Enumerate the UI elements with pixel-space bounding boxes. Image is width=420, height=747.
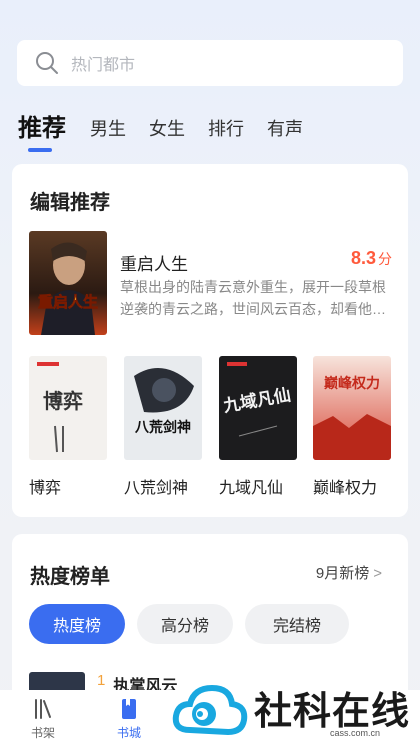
ranking-title: 热度榜单 <box>30 566 110 588</box>
ranking-number: 1 <box>97 672 106 689</box>
pill-high-score[interactable]: 高分榜 <box>137 604 233 644</box>
tab-audio[interactable]: 有声 <box>267 114 303 144</box>
search-icon <box>36 52 58 74</box>
book-cover: 九域凡仙 <box>219 356 297 460</box>
chevron-right-icon: > <box>373 565 382 582</box>
search-placeholder: 热门都市 <box>71 57 136 74</box>
tab-recommend[interactable]: 推荐 <box>18 114 66 152</box>
book-title: 九域凡仙 <box>219 480 284 497</box>
book-title: 八荒剑神 <box>124 480 189 497</box>
svg-text:博弈: 博弈 <box>43 389 83 413</box>
watermark-logo: 社科在线 cass.com.cn <box>172 676 420 747</box>
book-cover: 巅峰权力 <box>313 356 391 460</box>
cloud-logo-icon <box>172 684 248 736</box>
featured-cover-text: 重启人生 <box>38 293 98 311</box>
pill-hot[interactable]: 热度榜 <box>29 604 125 644</box>
featured-book-score: 8.3 分 <box>350 248 392 268</box>
featured-book-cover[interactable]: 重启人生 <box>29 231 107 335</box>
svg-text:巅峰权力: 巅峰权力 <box>324 375 380 392</box>
ranking-more-link[interactable]: 9月新榜 > <box>316 562 382 583</box>
book-title: 博弈 <box>29 480 62 497</box>
nav-bookshelf[interactable]: 书架 <box>0 690 86 747</box>
search-input[interactable]: 热门都市 <box>17 40 403 86</box>
pill-completed[interactable]: 完结榜 <box>245 604 349 644</box>
tab-male[interactable]: 男生 <box>90 114 126 144</box>
book-item[interactable]: 八荒剑神 八荒剑神 <box>124 356 202 498</box>
book-item[interactable]: 博弈 博弈 <box>29 356 107 498</box>
ranking-pills: 热度榜 高分榜 完结榜 <box>29 604 361 644</box>
tab-female[interactable]: 女生 <box>149 114 185 144</box>
book-cover: 八荒剑神 <box>124 356 202 460</box>
nav-bookstore[interactable]: 书城 <box>86 690 172 747</box>
category-tabs: 推荐 男生 女生 排行 有声 <box>18 104 326 152</box>
tab-ranking[interactable]: 排行 <box>208 114 244 144</box>
editor-pick-title: 编辑推荐 <box>30 192 110 214</box>
book-item[interactable]: 巅峰权力 巅峰权力 <box>313 356 391 498</box>
book-title: 巅峰权力 <box>313 480 378 497</box>
book-item[interactable]: 九域凡仙 九域凡仙 <box>219 356 297 498</box>
bookshelf-icon <box>35 699 51 719</box>
featured-book-name[interactable]: 重启人生 <box>120 250 188 275</box>
book-icon <box>122 699 136 719</box>
featured-book-description: 草根出身的陆青云意外重生，展开一段草根逆袭的青云之路，世间风云百态，却看他… <box>120 279 386 317</box>
svg-text:八荒剑神: 八荒剑神 <box>134 419 191 436</box>
book-cover: 博弈 <box>29 356 107 460</box>
editor-pick-card: 编辑推荐 重启人生 重启人生 8.3 分 草根出身的陆青云意外重生，展开一段草根逆… <box>12 164 408 517</box>
